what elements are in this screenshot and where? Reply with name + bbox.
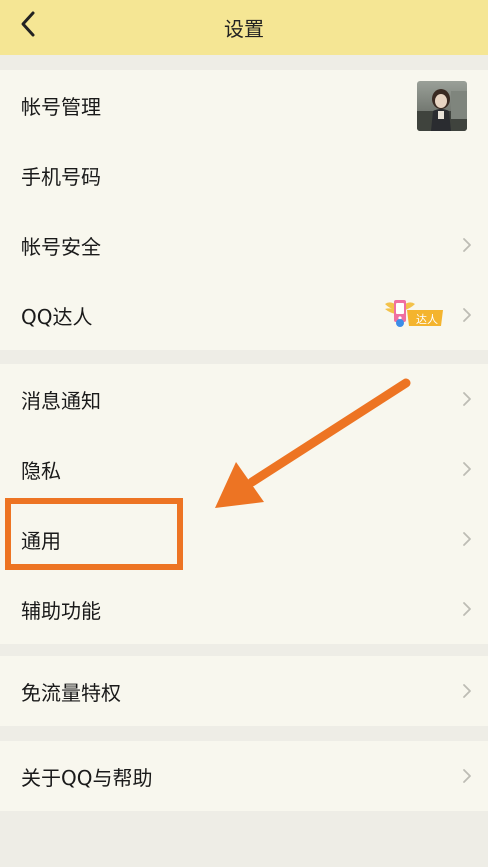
chevron-right-icon xyxy=(463,308,471,322)
row-label: 隐私 xyxy=(21,458,61,483)
nav-bar: 设置 xyxy=(0,0,488,55)
chevron-right-icon xyxy=(463,392,471,406)
chevron-right-icon xyxy=(463,532,471,546)
about-help-row[interactable]: 关于QQ与帮助 xyxy=(0,741,488,811)
daren-badge-icon: 达人 xyxy=(383,296,445,330)
general-settings-row[interactable]: 通用 xyxy=(0,504,488,574)
accessibility-row[interactable]: 辅助功能 xyxy=(0,574,488,644)
page-title: 设置 xyxy=(224,17,264,41)
phone-number-row[interactable]: 手机号码 xyxy=(0,140,488,210)
qq-daren-row[interactable]: QQ达人 达人 xyxy=(0,280,488,350)
row-label: 帐号安全 xyxy=(21,234,101,259)
free-data-privilege-row[interactable]: 免流量特权 xyxy=(0,656,488,726)
privacy-row[interactable]: 隐私 xyxy=(0,434,488,504)
account-security-row[interactable]: 帐号安全 xyxy=(0,210,488,280)
general-group: 消息通知 隐私 通用 辅助功能 xyxy=(0,364,488,644)
badge-text: 达人 xyxy=(416,313,438,326)
free-data-group: 免流量特权 xyxy=(0,656,488,726)
row-label: 辅助功能 xyxy=(21,598,101,623)
row-label: QQ达人 xyxy=(21,304,93,329)
account-management-row[interactable]: 帐号管理 xyxy=(0,70,488,140)
row-label: 帐号管理 xyxy=(21,94,101,119)
message-notification-row[interactable]: 消息通知 xyxy=(0,364,488,434)
chevron-right-icon xyxy=(463,769,471,783)
chevron-right-icon xyxy=(463,602,471,616)
row-label: 消息通知 xyxy=(21,388,101,413)
chevron-right-icon xyxy=(463,462,471,476)
chevron-right-icon xyxy=(463,238,471,252)
row-label: 关于QQ与帮助 xyxy=(21,765,153,790)
row-label: 免流量特权 xyxy=(21,680,121,705)
chevron-right-icon xyxy=(463,684,471,698)
account-group: 帐号管理 手机号码 帐号安全 QQ达人 达人 xyxy=(0,70,488,350)
about-group: 关于QQ与帮助 xyxy=(0,741,488,811)
avatar xyxy=(417,81,467,131)
row-label: 手机号码 xyxy=(21,164,101,189)
chevron-left-icon[interactable] xyxy=(14,9,44,39)
row-label: 通用 xyxy=(21,528,61,553)
